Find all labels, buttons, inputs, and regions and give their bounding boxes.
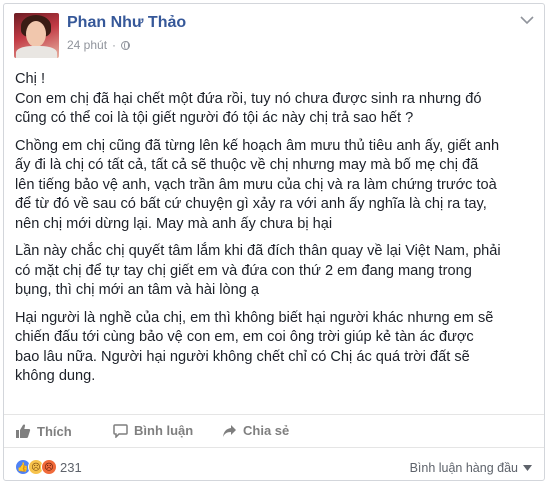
post-actions-bar: Thích Bình luận Chia sẻ <box>4 414 544 448</box>
comment-icon <box>113 424 128 438</box>
post-line: bụng, thì chị mới an tâm và hài lòng ạ <box>15 282 260 298</box>
post-line: cũng có thể coi là tội giết người đó tội… <box>15 110 414 126</box>
post-line: không dung. <box>15 368 96 384</box>
comment-button[interactable]: Bình luận <box>113 423 193 438</box>
post-paragraph: Chồng em chị cũng đã từng lên kế hoạch â… <box>15 137 537 235</box>
post-paragraph: Lần này chắc chị quyết tâm lắm khi đã đí… <box>15 242 537 301</box>
share-label: Chia sẻ <box>243 423 290 438</box>
post-line: Con em chị đã hại chết một đứa rồi, tuy … <box>15 90 482 107</box>
post-paragraph: Chị ! Con em chị đã hại chết một đứa rồi… <box>15 70 537 129</box>
reaction-icons: 👍 ☹ ☹ <box>15 459 57 475</box>
author-avatar[interactable] <box>14 13 59 58</box>
post-line: bao lâu nữa. Người hại người không chết … <box>15 348 470 365</box>
comment-sort-label: Bình luận hàng đầu <box>409 461 518 475</box>
share-button[interactable]: Chia sẻ <box>222 423 289 438</box>
post-line: Hại người là nghề của chị, em thì không … <box>15 309 494 326</box>
post-line: Chồng em chị cũng đã từng lên kế hoạch â… <box>15 137 500 154</box>
post-meta: 24 phút · <box>67 38 131 52</box>
post-line: có mặt chị để tự tay chị giết em và đứa … <box>15 262 472 279</box>
like-label: Thích <box>37 423 72 439</box>
chevron-down-icon[interactable] <box>520 16 534 26</box>
post-line: ấy đi là chị có tất cả, tất cả sẽ thuộc … <box>15 157 479 173</box>
comment-sort-dropdown[interactable]: Bình luận hàng đầu <box>410 461 532 475</box>
globe-icon[interactable] <box>121 40 131 50</box>
post-line: nên chị mới dừng lại. May mà anh ấy chưa… <box>15 215 333 232</box>
post-header: Phan Như Thảo 24 phút · <box>14 13 534 59</box>
post-paragraph: Hại người là nghề của chị, em thì không … <box>15 309 537 387</box>
post-time[interactable]: 24 phút <box>67 38 107 52</box>
like-button[interactable]: Thích <box>15 423 72 439</box>
comment-label: Bình luận <box>134 423 194 438</box>
share-icon <box>223 424 236 437</box>
reaction-count: 231 <box>60 459 82 475</box>
post-line: Lần này chắc chị quyết tâm lắm khi đã đí… <box>15 243 501 259</box>
post-body: Chị ! Con em chị đã hại chết một đứa rồi… <box>15 70 537 395</box>
thumbs-up-icon <box>16 424 31 438</box>
reactions-summary[interactable]: 👍 ☹ ☹ 231 <box>15 459 82 475</box>
meta-dot: · <box>112 38 117 52</box>
post-line: Chị ! <box>15 71 46 87</box>
post-line: để từ đó về sau có bất cứ chuyện gì xảy … <box>15 196 487 212</box>
angry-reaction-icon: ☹ <box>41 459 57 475</box>
post-line: lên tiếng bảo vệ anh, vạch trần âm mưu c… <box>15 176 497 193</box>
post-line: chiến đấu tới cùng bảo vệ con em, em coi… <box>15 329 474 345</box>
caret-down-icon <box>523 465 532 471</box>
avatar-shoulders <box>16 46 57 58</box>
author-name[interactable]: Phan Như Thảo <box>67 14 186 32</box>
post-card: Phan Như Thảo 24 phút · Chị ! Con em chị… <box>3 3 545 481</box>
avatar-face <box>26 21 46 47</box>
